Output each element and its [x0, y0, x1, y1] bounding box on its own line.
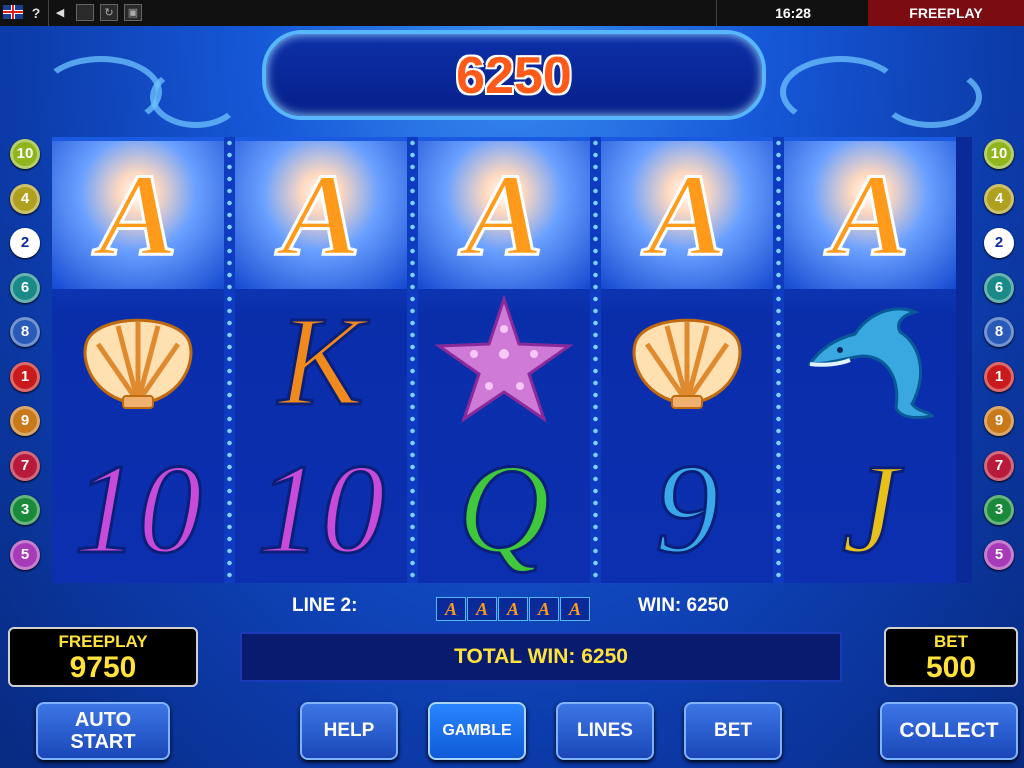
dolphin-icon	[800, 294, 940, 429]
mini-symbol-a-icon: A	[498, 597, 528, 621]
symbol-cell: 9	[601, 435, 773, 583]
symbol-a-icon: A	[463, 149, 545, 280]
symbol-cell: J	[784, 435, 956, 583]
credit-value: 9750	[69, 651, 137, 684]
line-badge-7[interactable]: 7	[10, 450, 40, 481]
symbol-cell	[601, 287, 773, 435]
clock: 16:28	[716, 0, 869, 26]
reel-area: A 10 A K 10 A Q A 9 A J	[52, 137, 972, 583]
auto-start-button[interactable]: AUTO START	[36, 702, 170, 760]
credit-panel: FREEPLAY 9750	[8, 627, 198, 687]
symbol-cell	[784, 287, 956, 435]
symbol-10-icon: 10	[73, 438, 204, 580]
mini-symbol-a-icon: A	[560, 597, 590, 621]
reel-separator	[773, 137, 784, 583]
symbol-cell: A	[784, 141, 956, 289]
symbol-a-icon: A	[97, 149, 179, 280]
divider	[48, 0, 49, 26]
symbol-cell: 10	[52, 435, 224, 583]
symbol-q-icon: Q	[456, 438, 551, 580]
line-label: LINE 2:	[292, 595, 358, 616]
line-badge-4[interactable]: 4	[984, 183, 1014, 214]
symbol-10-icon: 10	[256, 438, 387, 580]
line-badge-9[interactable]: 9	[10, 406, 40, 436]
symbol-cell: 10	[235, 435, 407, 583]
line-badge-6[interactable]: 6	[984, 272, 1014, 303]
reload-icon[interactable]: ↻	[100, 4, 118, 21]
win-display: 6250	[262, 30, 766, 120]
wave-ornament-icon	[880, 66, 982, 128]
bet-panel: BET 500	[884, 627, 1018, 687]
line-badge-2[interactable]: 2	[984, 228, 1014, 258]
line-badge-1[interactable]: 1	[10, 361, 40, 392]
reel-4: A9	[601, 137, 773, 583]
symbol-k-icon: K	[277, 290, 365, 432]
line-badge-3[interactable]: 3	[984, 495, 1014, 525]
reel-3: AQ	[418, 137, 590, 583]
reel-separator	[224, 137, 235, 583]
line-badge-6[interactable]: 6	[10, 272, 40, 303]
collect-button[interactable]: COLLECT	[880, 702, 1018, 760]
line-badge-9[interactable]: 9	[984, 406, 1014, 436]
line-badge-1[interactable]: 1	[984, 361, 1014, 392]
bet-label: BET	[934, 632, 968, 651]
language-flag-icon[interactable]	[3, 5, 23, 19]
help-icon[interactable]: ?	[28, 3, 44, 23]
shell-icon	[73, 304, 203, 419]
symbol-cell: A	[235, 141, 407, 289]
mini-symbol-a-icon: A	[436, 597, 466, 621]
top-bar: ? ◀ ↻ ▣ 16:28 FREEPLAY	[0, 0, 1024, 27]
line-badge-5[interactable]: 5	[984, 539, 1014, 570]
sound-icon[interactable]: ◀	[52, 3, 68, 23]
fullscreen-icon[interactable]	[76, 4, 94, 21]
line-badge-8[interactable]: 8	[10, 317, 40, 347]
symbol-j-icon: J	[840, 438, 900, 580]
symbol-cell: A	[418, 141, 590, 289]
bet-value: 500	[925, 651, 977, 684]
wave-ornament-icon	[40, 56, 162, 128]
help-button[interactable]: HELP	[300, 702, 398, 760]
symbol-a-icon: A	[829, 149, 911, 280]
symbol-cell: A	[52, 141, 224, 289]
reel-5: AJ	[784, 137, 956, 583]
symbol-cell: K	[235, 287, 407, 435]
credit-label: FREEPLAY	[58, 632, 148, 651]
symbol-cell: A	[601, 141, 773, 289]
gamble-button[interactable]: GAMBLE	[428, 702, 526, 760]
mode-label: FREEPLAY	[868, 0, 1024, 26]
line-win-label: WIN: 6250	[638, 595, 729, 616]
line-badge-8[interactable]: 8	[984, 317, 1014, 347]
reel-1: A 10	[52, 137, 224, 583]
line-badge-3[interactable]: 3	[10, 495, 40, 525]
win-display-value: 6250	[456, 47, 572, 105]
symbol-cell: Q	[418, 435, 590, 583]
line-badge-4[interactable]: 4	[10, 183, 40, 214]
line-badge-7[interactable]: 7	[984, 450, 1014, 481]
symbol-cell	[418, 287, 590, 435]
line-badge-5[interactable]: 5	[10, 539, 40, 570]
line-badge-10[interactable]: 10	[10, 139, 40, 169]
starfish-icon	[434, 293, 574, 429]
line-symbols: AAAAA	[436, 597, 591, 621]
line-badge-10[interactable]: 10	[984, 139, 1014, 169]
reel-separator	[590, 137, 601, 583]
reel-separator	[407, 137, 418, 583]
total-win-bar: TOTAL WIN: 6250	[240, 632, 842, 682]
line-badge-2[interactable]: 2	[10, 228, 40, 258]
window-icon[interactable]: ▣	[124, 4, 142, 21]
symbol-a-icon: A	[280, 149, 362, 280]
symbol-cell	[52, 287, 224, 435]
symbol-a-icon: A	[646, 149, 728, 280]
lines-button[interactable]: LINES	[556, 702, 654, 760]
wave-ornament-icon	[150, 66, 242, 128]
mini-symbol-a-icon: A	[467, 597, 497, 621]
bet-button[interactable]: BET	[684, 702, 782, 760]
shell-icon	[622, 304, 752, 419]
symbol-9-icon: 9	[654, 438, 721, 580]
mini-symbol-a-icon: A	[529, 597, 559, 621]
reel-2: A K 10	[235, 137, 407, 583]
